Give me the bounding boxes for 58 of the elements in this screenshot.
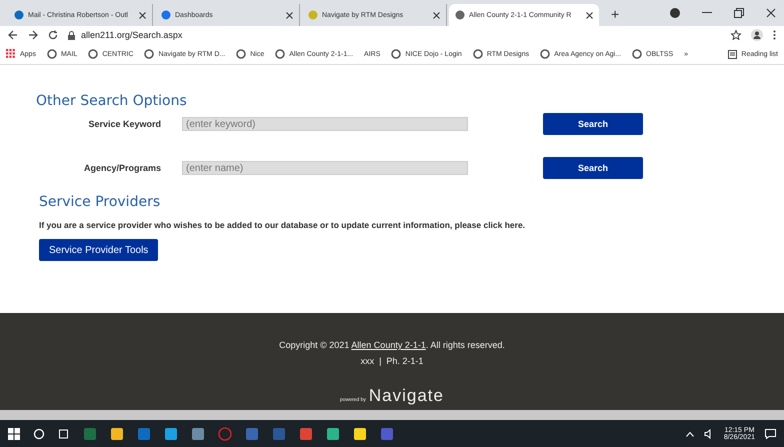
site-icon — [455, 10, 465, 20]
horizontal-scrollbar[interactable] — [0, 410, 784, 420]
site-icon — [391, 49, 402, 59]
search-icon[interactable] — [33, 428, 45, 440]
back-arrow-icon[interactable] — [8, 30, 18, 40]
restore-icon[interactable] — [734, 8, 744, 18]
profile-icon[interactable] — [670, 8, 680, 18]
service-provider-tools-button[interactable]: Service Provider Tools — [39, 239, 158, 261]
windows-start-icon[interactable] — [8, 428, 20, 440]
reading-list-icon — [728, 50, 738, 58]
new-tab-button[interactable]: + — [607, 6, 624, 22]
apps-grid-icon — [6, 49, 16, 59]
site-icon — [144, 49, 154, 59]
section-heading: Service Providers — [39, 194, 162, 210]
section-heading: Other Search Options — [36, 93, 188, 109]
site-icon — [236, 49, 246, 59]
brand-logo-text: Navigate — [368, 386, 444, 407]
site-icon — [161, 10, 171, 20]
app-icon[interactable] — [353, 426, 367, 440]
site-icon — [88, 49, 98, 59]
lock-icon — [68, 30, 75, 40]
site-icon — [632, 49, 642, 59]
close-tab-icon[interactable] — [586, 12, 593, 18]
task-view-icon[interactable] — [58, 428, 70, 440]
search-field[interactable]: (enter keyword) — [182, 117, 468, 131]
site-icon — [308, 10, 318, 20]
search-field[interactable]: (enter name) — [182, 161, 468, 175]
site-icon — [14, 10, 24, 20]
forward-arrow-icon[interactable] — [28, 30, 38, 40]
close-tab-icon[interactable] — [286, 12, 293, 18]
minimize-icon[interactable] — [702, 12, 712, 14]
copyright-text: Copyright © 2021 Allen County 2-1-1. All rights reserved. — [279, 340, 505, 350]
reload-icon[interactable] — [48, 30, 58, 40]
site-icon — [540, 49, 550, 59]
contact-text: xxx | Ph. 2-1-1 — [360, 356, 424, 366]
ring-app-icon[interactable] — [218, 426, 232, 440]
app-icon[interactable] — [326, 426, 340, 440]
app-icon[interactable] — [164, 426, 178, 440]
org-link[interactable]: Allen County 2-1-1 — [351, 340, 426, 350]
account-icon[interactable] — [751, 29, 763, 41]
search-button[interactable]: Search — [543, 113, 643, 135]
close-icon[interactable] — [766, 8, 776, 18]
star-icon[interactable] — [731, 30, 741, 40]
site-icon — [472, 49, 483, 59]
app-icon[interactable] — [110, 426, 124, 440]
info-text: If you are a service provider who wishes to be added to our database or to update current information, please click here. — [39, 220, 526, 230]
site-icon — [46, 49, 57, 59]
close-tab-icon[interactable] — [139, 12, 146, 18]
close-tab-icon[interactable] — [433, 12, 440, 18]
menu-icon[interactable] — [773, 30, 776, 40]
caret-up-icon[interactable] — [686, 430, 694, 436]
field-label: Service Keyword — [87, 119, 162, 129]
field-label: Agency/Programs — [82, 163, 162, 173]
notification-icon[interactable] — [765, 428, 776, 438]
app-icon[interactable] — [191, 426, 205, 440]
search-button[interactable]: Search — [543, 157, 643, 179]
address-bar[interactable]: allen211.org/Search.aspx — [81, 30, 182, 40]
site-icon — [275, 49, 286, 59]
